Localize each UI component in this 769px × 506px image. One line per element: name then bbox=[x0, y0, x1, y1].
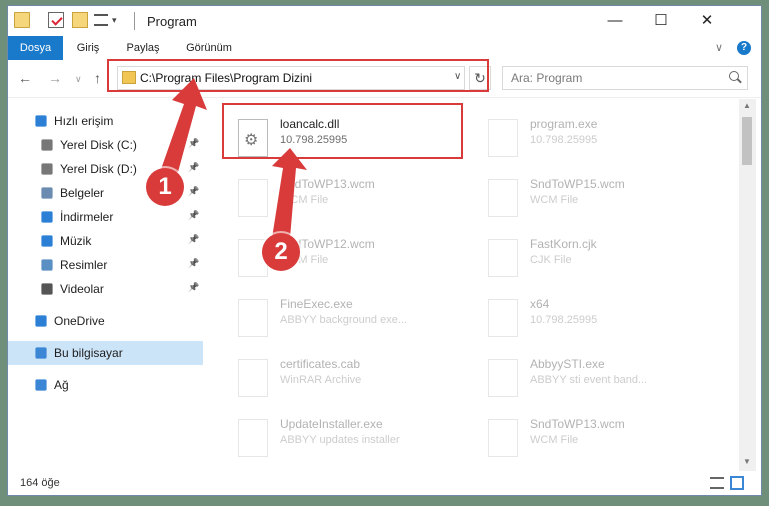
step-2-badge: 2 bbox=[262, 233, 300, 271]
arrow-to-address-bar bbox=[160, 78, 207, 172]
arrow-to-file bbox=[272, 148, 307, 238]
annotation-arrows bbox=[160, 78, 307, 238]
step-1-badge: 1 bbox=[146, 168, 184, 206]
